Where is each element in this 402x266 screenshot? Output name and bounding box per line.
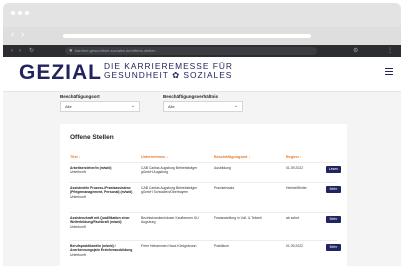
web-page: GEZIAL DIE KARRIEREMESSE FÜR GESUNDHEIT …: [3, 57, 401, 266]
type-cell: Ausbildung: [214, 166, 231, 170]
tagline-line-2: GESUNDHEIT ✿ SOZIALES: [104, 70, 233, 80]
window-controls[interactable]: [11, 11, 29, 15]
url-text: karriere.gesundheit-soziales.de/offene-s…: [75, 48, 156, 53]
job-title[interactable]: Assistent/in Prozess-/Praxisassistenz (P…: [70, 186, 132, 194]
hamburger-menu-icon[interactable]: [385, 68, 393, 77]
job-detail-button[interactable]: Mehr: [326, 186, 341, 193]
chevron-down-icon: ⌄: [130, 103, 135, 109]
site-header: GEZIAL DIE KARRIEREMESSE FÜR GESUNDHEIT …: [3, 57, 401, 92]
job-title-sub: Unterkunft: [70, 170, 86, 175]
job-title-sub: Unterkunft: [70, 194, 86, 199]
job-title[interactable]: Assistenzkraft mit Qualifikation einer W…: [70, 216, 130, 224]
job-title-cell[interactable]: Arbeitserzieher/in (m/w/d) Unterkunft: [70, 166, 136, 175]
forward-arrow-icon[interactable]: ›: [21, 29, 24, 41]
job-detail-button[interactable]: Lesen: [326, 166, 341, 173]
company-cell: Bezirkskrankenhäuser Kaufbeuren KU Augsb…: [141, 216, 199, 225]
job-title-sub: Unterkunft: [70, 252, 86, 257]
job-title-cell[interactable]: Berufspraktikant/in (m/w/d) / Anerkennun…: [70, 244, 136, 257]
location-filter-label: Beschäftigungsort: [60, 94, 100, 99]
company-cell: Frère Hebammen Haus Königsbrunn: [141, 244, 197, 248]
chevron-down-icon: ⌄: [233, 103, 238, 109]
site-tagline: DIE KARRIEREMESSE FÜR GESUNDHEIT ✿ SOZIA…: [104, 62, 233, 80]
job-title-cell[interactable]: Assistenzkraft mit Qualifikation einer W…: [70, 216, 136, 229]
start-cell: Herbst/Winter: [286, 186, 307, 190]
reload-icon[interactable]: ↻: [29, 47, 34, 55]
relation-select[interactable]: Alle ⌄: [163, 101, 243, 112]
tab-strip[interactable]: [63, 34, 311, 38]
relation-select-value: Alle: [168, 104, 175, 109]
column-header-start[interactable]: Beginn ↓: [286, 155, 302, 159]
job-title-sub: Unterkunft: [70, 224, 86, 229]
back-arrow-icon[interactable]: ‹: [11, 29, 14, 41]
lock-icon: ●: [69, 48, 73, 54]
back-icon[interactable]: ‹: [11, 47, 13, 55]
company-cell: CAB Caritas Augsburg Betriebsträger gGmb…: [141, 166, 198, 175]
company-cell: CAB Caritas Augsburg Betriebsträger gGmb…: [141, 186, 198, 195]
window-titlebar: [3, 3, 401, 27]
column-header-company[interactable]: Unternehmen ↓: [141, 155, 168, 159]
start-cell: ab sofort: [286, 216, 300, 220]
job-title[interactable]: Arbeitserzieher/in (m/w/d): [70, 166, 111, 170]
url-field[interactable]: ● karriere.gesundheit-soziales.de/offene…: [65, 47, 317, 55]
row-divider: [70, 182, 337, 183]
location-select[interactable]: Alle ⌄: [60, 101, 140, 112]
minimize-dot[interactable]: [18, 11, 22, 15]
job-detail-button[interactable]: Mehr: [326, 216, 341, 223]
menu-icon[interactable]: ⋮: [387, 47, 393, 55]
job-detail-button[interactable]: Mehr: [326, 244, 341, 251]
job-title-cell[interactable]: Assistent/in Prozess-/Praxisassistenz (P…: [70, 186, 136, 199]
column-header-type[interactable]: Beschäftigungsart ↓: [214, 155, 250, 159]
row-divider: [70, 212, 337, 213]
address-bar: ‹ › ↻ ● karriere.gesundheit-soziales.de/…: [3, 45, 401, 57]
row-divider: [70, 240, 337, 241]
maximize-dot[interactable]: [25, 11, 29, 15]
extensions-icon[interactable]: ⚙: [353, 47, 358, 55]
jobs-card: Offene Stellen Titel ↓ Unternehmen ↓ Bes…: [60, 124, 347, 266]
header-divider: [70, 162, 337, 163]
start-cell: 01.09.2022: [286, 166, 303, 170]
start-cell: 01.09.2022: [286, 244, 303, 248]
type-cell: Praxiseinsatz: [214, 186, 235, 190]
forward-icon[interactable]: ›: [19, 47, 21, 55]
browser-navbar: ‹ ›: [3, 27, 401, 45]
type-cell: Festanstellung in Voll- & Teilzeit: [214, 216, 262, 220]
browser-window: ‹ › ‹ › ↻ ● karriere.gesundheit-soziales…: [3, 3, 401, 266]
column-header-title[interactable]: Titel ↓: [70, 155, 81, 159]
job-title[interactable]: Berufspraktikant/in (m/w/d) / Anerkennun…: [70, 244, 132, 252]
jobs-title: Offene Stellen: [70, 134, 114, 141]
location-select-value: Alle: [65, 104, 72, 109]
close-dot[interactable]: [11, 11, 15, 15]
relation-filter-label: Beschäftigungsverhältnis: [163, 94, 219, 99]
type-cell: Praktikum: [214, 244, 230, 248]
site-logo[interactable]: GEZIAL: [19, 61, 102, 85]
